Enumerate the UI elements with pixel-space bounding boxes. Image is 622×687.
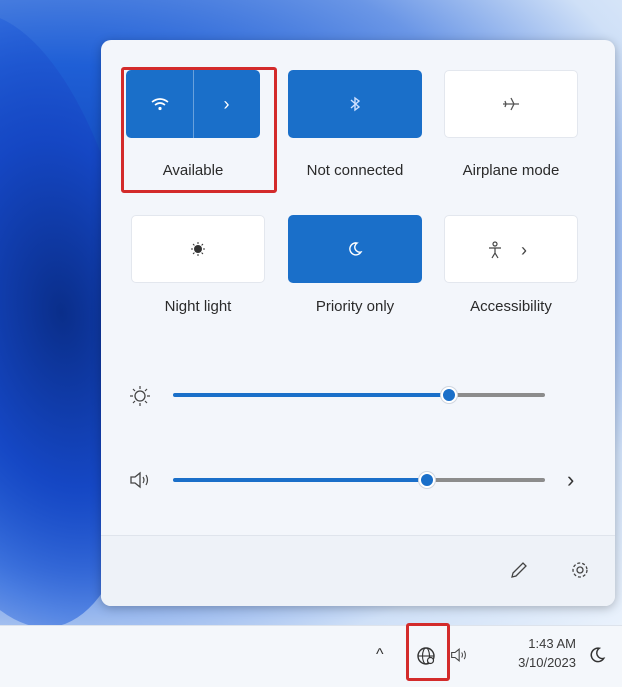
bluetooth-tile[interactable] bbox=[288, 70, 422, 138]
volume-track-fill bbox=[173, 478, 427, 482]
accessibility-tile-label: Accessibility bbox=[470, 298, 552, 315]
night-light-tile[interactable] bbox=[131, 215, 265, 283]
taskbar-date: 3/10/2023 bbox=[518, 655, 576, 670]
airplane-tile-label: Airplane mode bbox=[462, 162, 560, 179]
brightness-slider-thumb[interactable] bbox=[441, 387, 457, 403]
chevron-right-icon: › bbox=[521, 239, 527, 260]
accessibility-tile[interactable]: › bbox=[444, 215, 578, 283]
brightness-track-fill bbox=[173, 393, 449, 397]
night-light-icon bbox=[132, 216, 264, 282]
audio-output-chevron-icon[interactable]: › bbox=[567, 467, 574, 493]
gear-icon[interactable] bbox=[569, 559, 591, 586]
taskbar-time: 1:43 AM bbox=[528, 636, 576, 651]
volume-track-rest bbox=[427, 478, 545, 482]
bluetooth-icon bbox=[288, 70, 422, 138]
volume-slider-row: › bbox=[121, 465, 601, 495]
brightness-slider-row bbox=[121, 380, 601, 410]
pencil-icon[interactable] bbox=[509, 560, 529, 585]
bluetooth-tile-label: Not connected bbox=[306, 162, 404, 179]
focus-moon-icon bbox=[288, 215, 422, 283]
speaker-icon[interactable] bbox=[129, 471, 153, 494]
quick-settings-footer bbox=[101, 535, 615, 606]
focus-tile-label: Priority only bbox=[315, 298, 395, 315]
airplane-tile[interactable] bbox=[444, 70, 578, 138]
speaker-icon[interactable] bbox=[450, 647, 470, 668]
wifi-highlight-box bbox=[121, 67, 277, 193]
focus-moon-icon[interactable] bbox=[588, 646, 606, 669]
volume-slider-thumb[interactable] bbox=[419, 472, 435, 488]
accessibility-chevron-button[interactable]: › bbox=[509, 216, 539, 284]
brightness-icon bbox=[129, 385, 151, 412]
network-highlight-box bbox=[406, 623, 450, 681]
chevron-up-icon[interactable]: ^ bbox=[376, 646, 384, 664]
taskbar: ^ 1:43 AM 3/10/2023 bbox=[0, 623, 622, 687]
airplane-icon bbox=[445, 71, 577, 137]
taskbar-clock[interactable]: 1:43 AM 3/10/2023 bbox=[480, 636, 576, 670]
night-light-tile-label: Night light bbox=[164, 298, 232, 315]
focus-tile[interactable] bbox=[288, 215, 422, 283]
brightness-track-rest bbox=[449, 393, 545, 397]
